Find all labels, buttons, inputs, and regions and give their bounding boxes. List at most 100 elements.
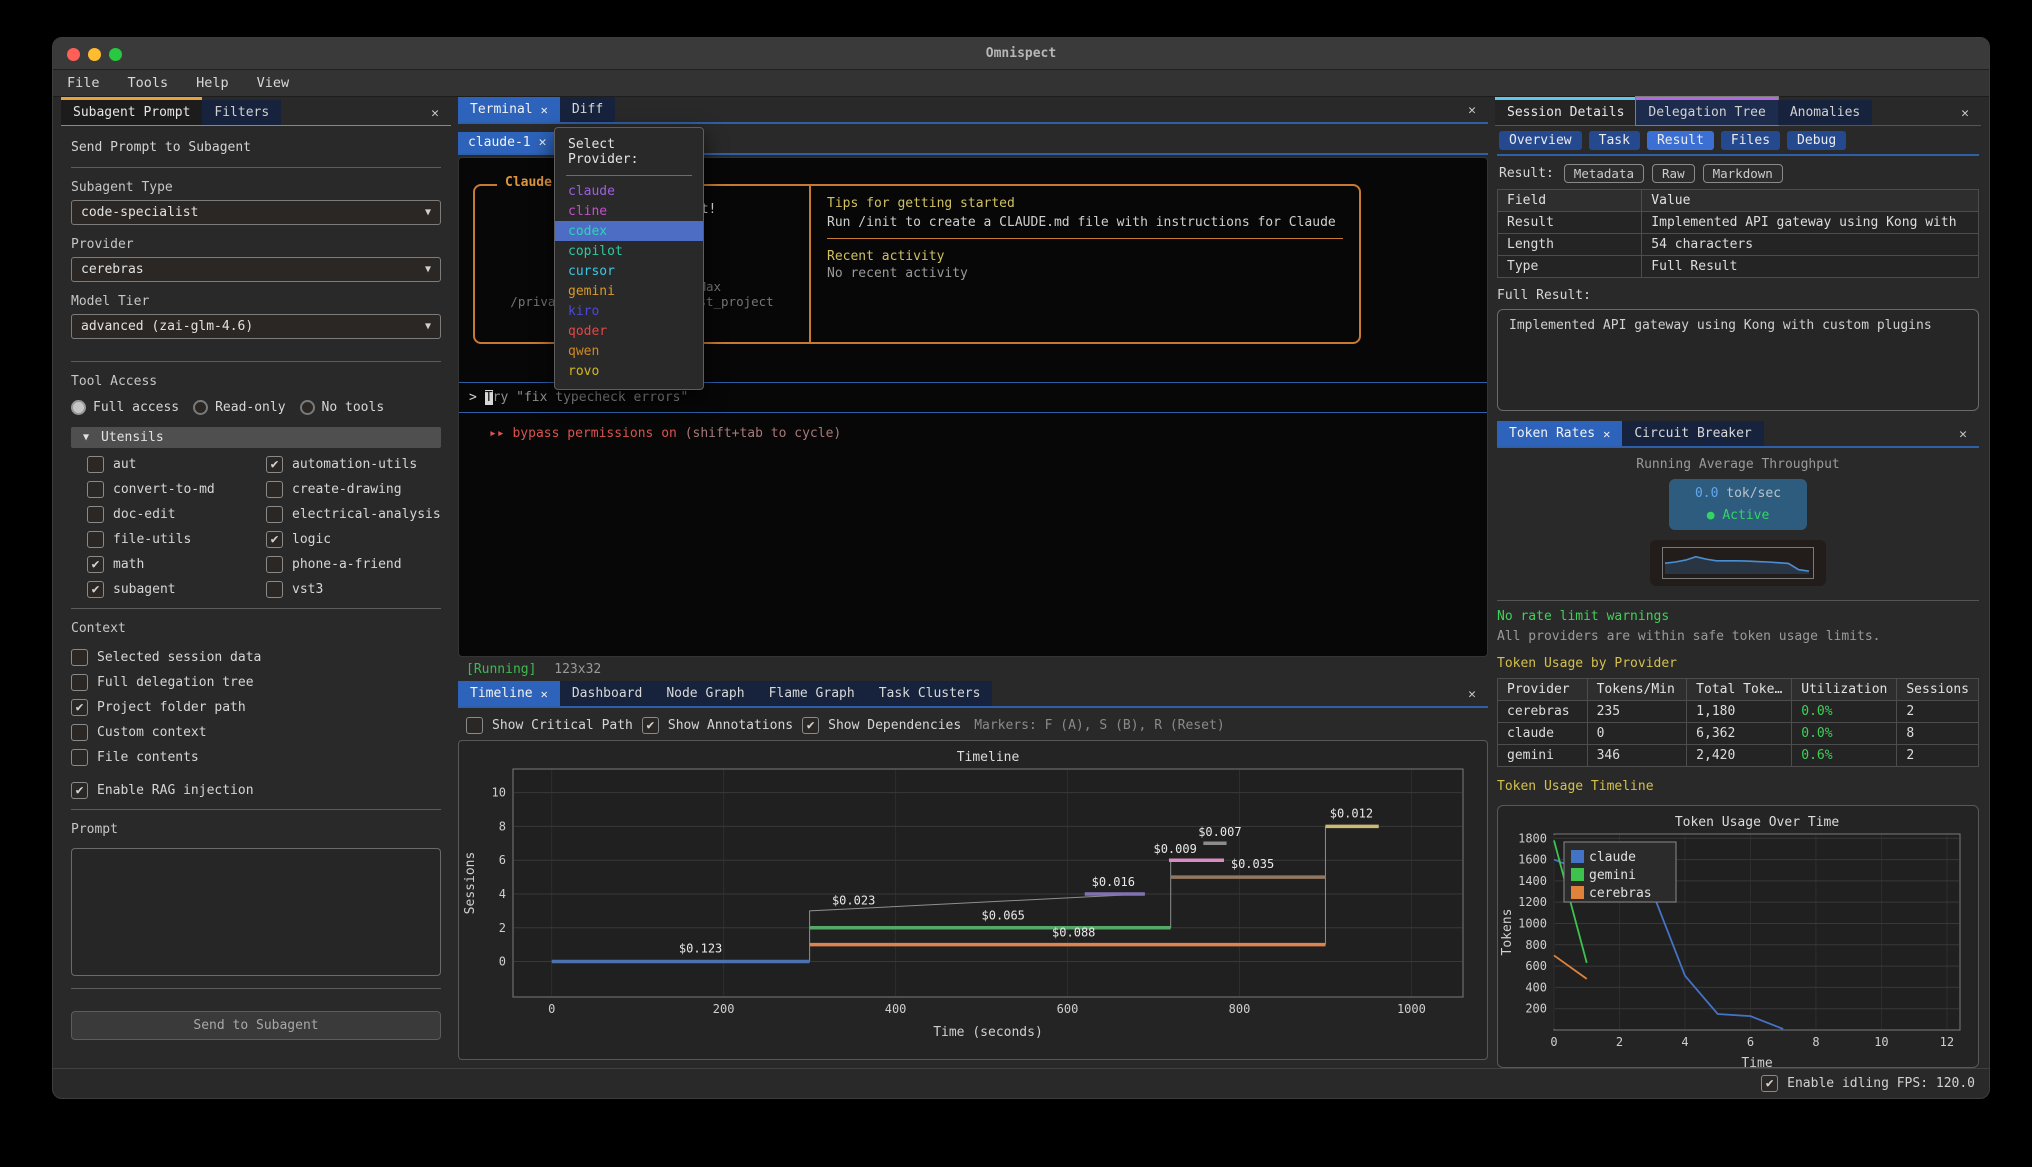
checkbox-convert-to-md[interactable]: ✔convert-to-md (87, 481, 262, 498)
provider-option-copilot[interactable]: copilot (555, 241, 703, 261)
subtab-overview[interactable]: Overview (1499, 131, 1582, 150)
checkbox-phone-a-friend[interactable]: ✔phone-a-friend (266, 556, 441, 573)
menu-item-tools[interactable]: Tools (128, 75, 169, 91)
checkbox-show-annotations[interactable]: ✔Show Annotations (642, 717, 793, 734)
tab-token-rates[interactable]: Token Rates✕ (1497, 421, 1622, 446)
provider-option-claude[interactable]: claude (555, 181, 703, 201)
minimize-window-button[interactable] (88, 48, 101, 61)
checkbox-label: File contents (97, 750, 199, 765)
svg-text:10: 10 (1874, 1035, 1888, 1049)
select-value: cerebras (81, 262, 144, 277)
tab-dashboard[interactable]: Dashboard (560, 681, 654, 706)
subtab-task[interactable]: Task (1589, 131, 1640, 150)
checkbox-project-folder-path[interactable]: ✔Project folder path (71, 699, 441, 716)
fps-checkbox[interactable]: ✔ (1761, 1075, 1778, 1092)
send-to-subagent-button[interactable]: Send to Subagent (71, 1011, 441, 1040)
table-cell: 54 characters (1642, 234, 1979, 256)
provider-option-codex[interactable]: codex (555, 221, 703, 241)
tab-session-details[interactable]: Session Details (1495, 97, 1636, 125)
detail-subtabs: Overview Task Result Files Debug (1497, 126, 1979, 156)
svg-text:1200: 1200 (1518, 895, 1547, 909)
provider-option-cline[interactable]: cline (555, 201, 703, 221)
tab-circuit-breaker[interactable]: Circuit Breaker (1622, 421, 1763, 446)
checkbox-box: ✔ (87, 456, 104, 473)
table-row[interactable]: ResultImplemented API gateway using Kong… (1498, 212, 1979, 234)
close-icon[interactable]: ✕ (1603, 427, 1610, 441)
tab-flame-graph[interactable]: Flame Graph (757, 681, 867, 706)
checkbox-create-drawing[interactable]: ✔create-drawing (266, 481, 441, 498)
field-label-subagent-type: Subagent Type (71, 180, 441, 195)
provider-option-cursor[interactable]: cursor (555, 261, 703, 281)
provider-option-rovo[interactable]: rovo (555, 361, 703, 381)
radio-full-access[interactable]: Full access (71, 400, 179, 415)
close-icon[interactable]: ✕ (1959, 427, 1979, 446)
tab-subagent-prompt[interactable]: Subagent Prompt (61, 97, 202, 125)
titlebar[interactable]: Omnispect (53, 38, 1989, 70)
subtab-debug[interactable]: Debug (1787, 131, 1846, 150)
checkbox-file-utils[interactable]: ✔file-utils (87, 531, 262, 548)
tab-node-graph[interactable]: Node Graph (654, 681, 756, 706)
subtab-files[interactable]: Files (1721, 131, 1780, 150)
button-raw[interactable]: Raw (1652, 164, 1695, 183)
checkbox-file-contents[interactable]: ✔File contents (71, 749, 441, 766)
utensils-header[interactable]: ▼ Utensils (71, 427, 441, 448)
button-markdown[interactable]: Markdown (1703, 164, 1783, 183)
tab-diff[interactable]: Diff (560, 97, 615, 122)
checkbox-electrical-analysis[interactable]: ✔electrical-analysis (266, 506, 441, 523)
subtab-result[interactable]: Result (1647, 131, 1714, 150)
checkbox-logic[interactable]: ✔logic (266, 531, 441, 548)
tab-terminal[interactable]: Terminal✕ (458, 97, 560, 122)
radio-read-only[interactable]: Read-only (193, 400, 285, 415)
provider-option-qwen[interactable]: qwen (555, 341, 703, 361)
close-icon[interactable]: ✕ (541, 103, 548, 117)
checkbox-subagent[interactable]: ✔subagent (87, 581, 262, 598)
full-result-text[interactable]: Implemented API gateway using Kong with … (1497, 309, 1979, 411)
checkbox-enable-rag-injection[interactable]: ✔Enable RAG injection (71, 782, 441, 799)
checkbox-aut[interactable]: ✔aut (87, 456, 262, 473)
tab-anomalies[interactable]: Anomalies (1778, 100, 1872, 125)
close-icon[interactable]: ✕ (1961, 106, 1981, 125)
tab-label: Dashboard (572, 686, 642, 701)
checkbox-custom-context[interactable]: ✔Custom context (71, 724, 441, 741)
provider-option-qoder[interactable]: qoder (555, 321, 703, 341)
tab-filters[interactable]: Filters (202, 100, 281, 125)
zoom-window-button[interactable] (109, 48, 122, 61)
checkbox-doc-edit[interactable]: ✔doc-edit (87, 506, 262, 523)
full-result-label: Full Result: (1497, 278, 1979, 309)
close-icon[interactable]: ✕ (1468, 103, 1488, 122)
checkbox-show-critical-path[interactable]: ✔Show Critical Path (466, 717, 633, 734)
select-provider[interactable]: cerebras▼ (71, 257, 441, 282)
close-icon[interactable]: ✕ (431, 106, 451, 125)
form-fields: Subagent Typecode-specialist▼Providercer… (71, 178, 441, 351)
tab-delegation-tree[interactable]: Delegation Tree (1636, 97, 1777, 125)
close-window-button[interactable] (67, 48, 80, 61)
select-subagent-type[interactable]: code-specialist▼ (71, 200, 441, 225)
table-row[interactable]: cerebras2351,1800.0%2 (1498, 701, 1979, 723)
provider-option-kiro[interactable]: kiro (555, 301, 703, 321)
session-tab-claude-1[interactable]: claude-1 ✕ (458, 132, 556, 153)
checkbox-vst3[interactable]: ✔vst3 (266, 581, 441, 598)
table-row[interactable]: gemini3462,4200.6%2 (1498, 745, 1979, 767)
tab-label: claude-1 (468, 135, 531, 150)
close-icon[interactable]: ✕ (541, 687, 548, 701)
checkbox-automation-utils[interactable]: ✔automation-utils (266, 456, 441, 473)
checkbox-math[interactable]: ✔math (87, 556, 262, 573)
radio-no-tools[interactable]: No tools (300, 400, 385, 415)
checkbox-full-delegation-tree[interactable]: ✔Full delegation tree (71, 674, 441, 691)
prompt-textarea[interactable] (71, 848, 441, 976)
table-row[interactable]: TypeFull Result (1498, 256, 1979, 278)
menu-item-view[interactable]: View (257, 75, 290, 91)
menu-item-file[interactable]: File (67, 75, 100, 91)
close-icon[interactable]: ✕ (1468, 687, 1488, 706)
button-metadata[interactable]: Metadata (1564, 164, 1644, 183)
checkbox-show-dependencies[interactable]: ✔Show Dependencies (802, 717, 961, 734)
tab-timeline[interactable]: Timeline✕ (458, 681, 560, 706)
table-row[interactable]: claude06,3620.0%8 (1498, 723, 1979, 745)
table-row[interactable]: Length54 characters (1498, 234, 1979, 256)
tab-task-clusters[interactable]: Task Clusters (867, 681, 993, 706)
checkbox-selected-session-data[interactable]: ✔Selected session data (71, 649, 441, 666)
provider-option-gemini[interactable]: gemini (555, 281, 703, 301)
close-icon[interactable]: ✕ (539, 135, 547, 150)
select-model-tier[interactable]: advanced (zai-glm-4.6)▼ (71, 314, 441, 339)
menu-item-help[interactable]: Help (196, 75, 229, 91)
